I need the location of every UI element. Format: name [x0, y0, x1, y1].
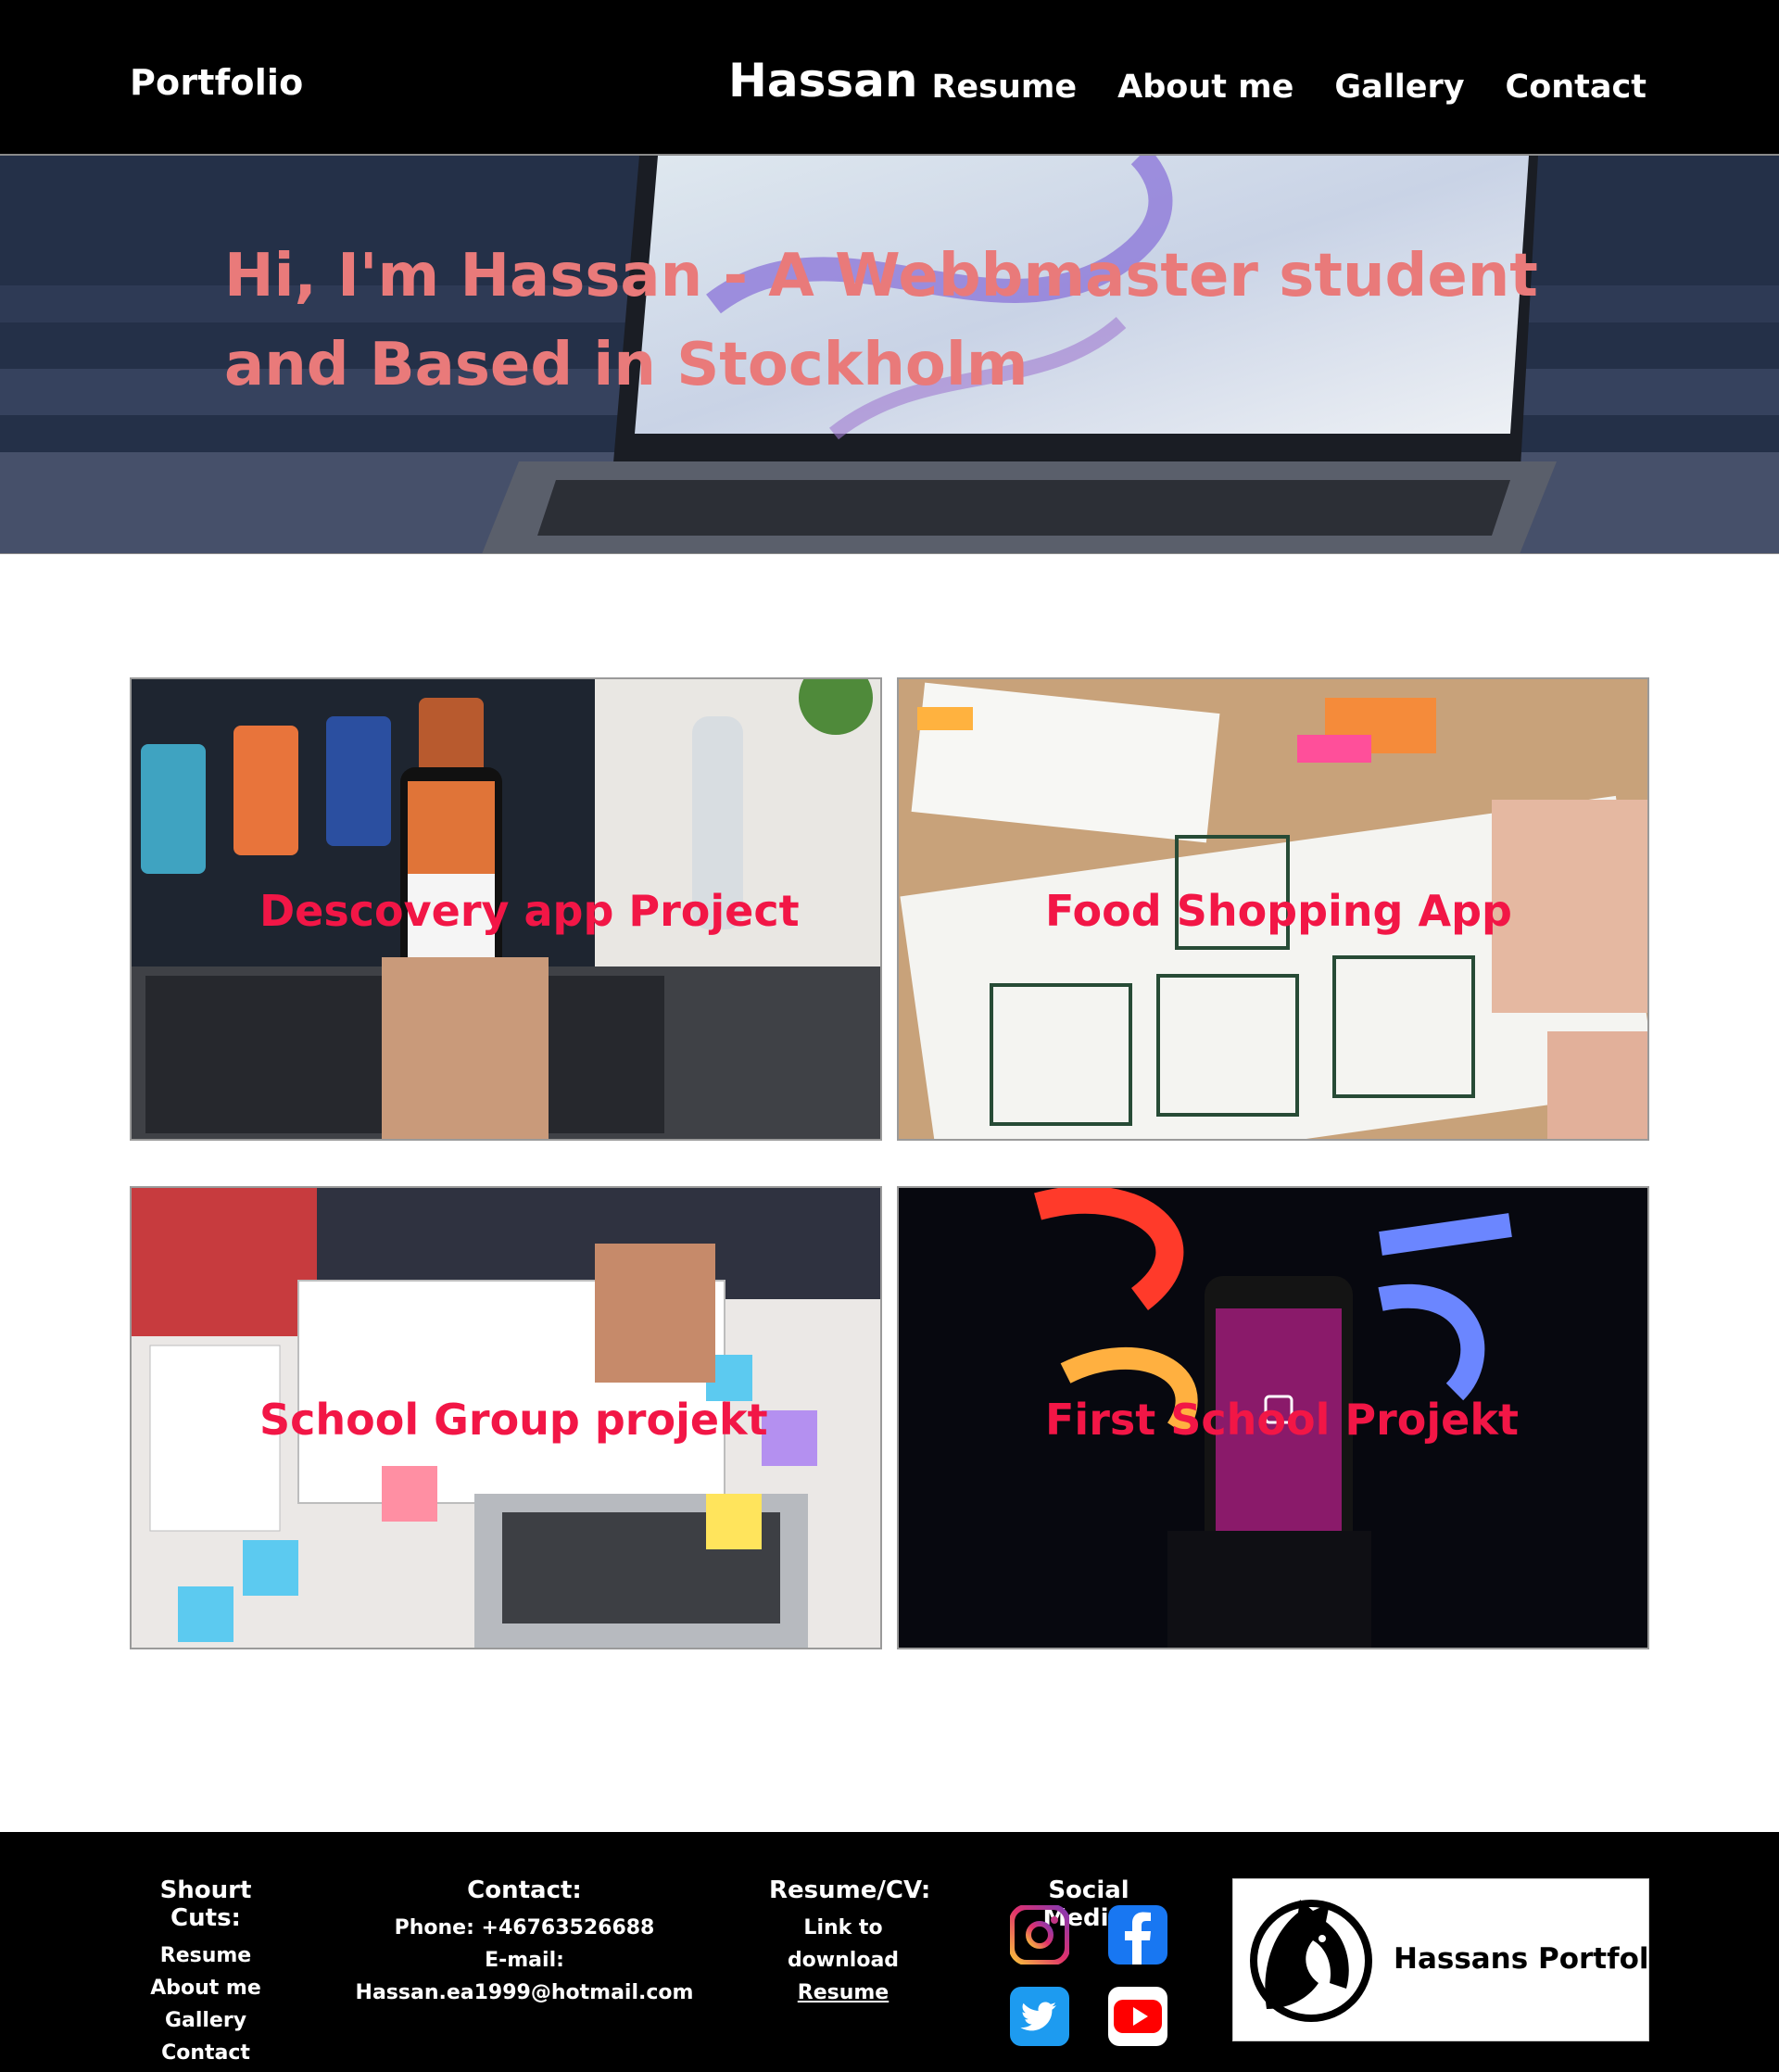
project-title: School Group projekt	[259, 1395, 768, 1445]
main-nav: Resume About me Gallery Contact	[931, 69, 1647, 106]
project-card-school-group[interactable]: School Group projekt	[130, 1186, 882, 1649]
project-title: Food Shopping App	[1045, 886, 1512, 936]
footer-email: E-mail: Hassan.ea1999@hotmail.com	[355, 1949, 694, 2004]
project-card-food-shopping[interactable]: Food Shopping App	[897, 677, 1649, 1141]
footer-resume-download-link[interactable]: Resume	[798, 1981, 889, 2004]
site-name[interactable]: Hassan	[728, 54, 917, 107]
site-header: Portfolio Hassan Resume About me Gallery…	[0, 0, 1779, 156]
project-title: Descovery app Project	[259, 886, 800, 936]
footer-link-resume[interactable]: Resume	[132, 1939, 280, 1972]
footer-contact-title: Contact:	[467, 1876, 582, 1904]
footer-resume-line1: Link to	[803, 1916, 883, 1939]
footer-resume-title: Resume/CV:	[769, 1876, 931, 1904]
hero-heading: Hi, I'm Hassan - A Webbmaster student an…	[224, 242, 1538, 399]
instagram-icon[interactable]	[1009, 1904, 1070, 1965]
youtube-icon[interactable]	[1108, 1987, 1167, 2046]
footer-logo-text: Hassans Portfolio	[1394, 1942, 1679, 1976]
footer-link-contact[interactable]: Contact	[132, 2037, 280, 2069]
brand-label[interactable]: Portfolio	[130, 62, 303, 103]
site-footer: Shourt Cuts: Resume About me Gallery Con…	[0, 1832, 1779, 2072]
nav-resume[interactable]: Resume	[931, 69, 1077, 106]
project-card-first-school[interactable]: First School Projekt	[897, 1186, 1649, 1649]
nav-contact[interactable]: Contact	[1506, 69, 1647, 106]
footer-link-gallery[interactable]: Gallery	[132, 2004, 280, 2037]
nav-about-me[interactable]: About me	[1117, 69, 1293, 106]
footer-link-about-me[interactable]: About me	[132, 1972, 280, 2004]
facebook-icon[interactable]	[1108, 1905, 1167, 1965]
project-title: First School Projekt	[1045, 1395, 1519, 1445]
footer-resume-line2: download	[787, 1949, 900, 1972]
project-card-discovery[interactable]: Descovery app Project	[130, 677, 882, 1141]
wolf-logo-icon	[1250, 1900, 1372, 2022]
nav-gallery[interactable]: Gallery	[1334, 69, 1464, 106]
social-icons	[1009, 1904, 1167, 2046]
footer-contact: Contact: Phone: +46763526688 E-mail: Has…	[343, 1876, 706, 2009]
hero-banner: Hi, I'm Hassan - A Webbmaster student an…	[0, 156, 1779, 554]
footer-shortcuts: Shourt Cuts: Resume About me Gallery Con…	[132, 1876, 280, 2069]
footer-resume: Resume/CV: Link to download Resume	[769, 1876, 931, 2009]
footer-shortcuts-title: Shourt Cuts:	[159, 1876, 252, 1932]
footer-logo[interactable]: Hassans Portfolio	[1232, 1878, 1678, 2041]
twitter-icon[interactable]	[1010, 1987, 1069, 2046]
footer-phone: Phone: +46763526688	[394, 1916, 655, 1939]
